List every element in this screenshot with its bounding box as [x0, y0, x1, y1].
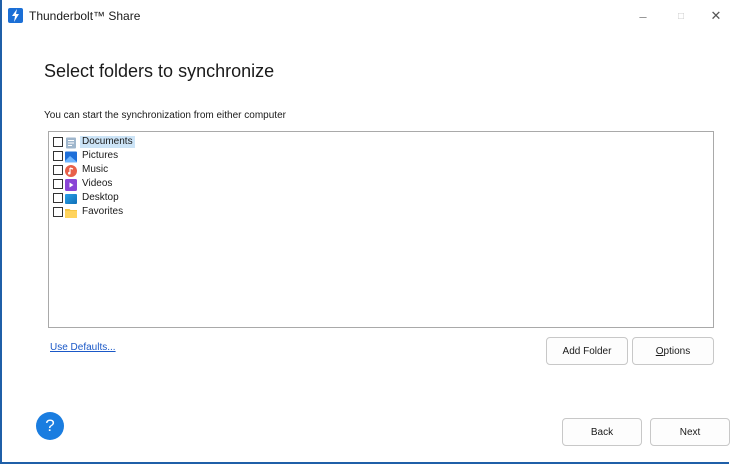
pictures-folder-icon — [65, 150, 77, 163]
folder-label: Videos — [82, 178, 113, 189]
folder-item-desktop[interactable]: Desktop — [53, 191, 121, 205]
folder-label: Pictures — [82, 150, 119, 161]
title-bar: Thunderbolt™ Share – □ ✕ — [2, 0, 729, 32]
help-button[interactable]: ? — [36, 412, 64, 440]
documents-checkbox[interactable] — [53, 137, 63, 147]
folder-label: Favorites — [82, 206, 124, 217]
back-button[interactable]: Back — [562, 418, 642, 446]
folder-item-music[interactable]: Music — [53, 163, 110, 177]
folder-item-favorites[interactable]: Favorites — [53, 205, 125, 219]
folder-item-videos[interactable]: Videos — [53, 177, 114, 191]
folder-list[interactable]: Documents Pictures Music Videos Desktop … — [48, 131, 714, 328]
page-description: You can start the synchronization from e… — [44, 110, 286, 121]
minimize-button[interactable]: – — [629, 5, 657, 27]
folder-item-pictures[interactable]: Pictures — [53, 149, 120, 163]
thunderbolt-icon — [8, 8, 23, 23]
maximize-button[interactable]: □ — [667, 5, 695, 27]
close-button[interactable]: ✕ — [702, 5, 730, 27]
options-button[interactable]: Options — [632, 337, 714, 365]
page-title: Select folders to synchronize — [44, 61, 275, 81]
folder-label: Desktop — [82, 192, 119, 203]
pictures-checkbox[interactable] — [53, 151, 63, 161]
add-folder-button[interactable]: Add Folder — [546, 337, 628, 365]
folder-item-documents[interactable]: Documents — [53, 135, 135, 149]
options-button-label: Options — [655, 345, 691, 357]
favorites-checkbox[interactable] — [53, 207, 63, 217]
folder-label: Music — [82, 164, 109, 175]
desktop-folder-icon — [65, 192, 77, 204]
folder-label: Documents — [80, 136, 135, 148]
app-window: Thunderbolt™ Share – □ ✕ Select folders … — [0, 0, 730, 464]
window-title: Thunderbolt™ Share — [29, 9, 141, 23]
favorites-folder-icon — [65, 206, 77, 218]
desktop-checkbox[interactable] — [53, 193, 63, 203]
videos-checkbox[interactable] — [53, 179, 63, 189]
music-checkbox[interactable] — [53, 165, 63, 175]
next-button[interactable]: Next — [650, 418, 730, 446]
use-defaults-link[interactable]: Use Defaults... — [50, 342, 116, 353]
documents-folder-icon — [65, 136, 77, 149]
music-folder-icon — [65, 164, 77, 177]
videos-folder-icon — [65, 178, 77, 191]
